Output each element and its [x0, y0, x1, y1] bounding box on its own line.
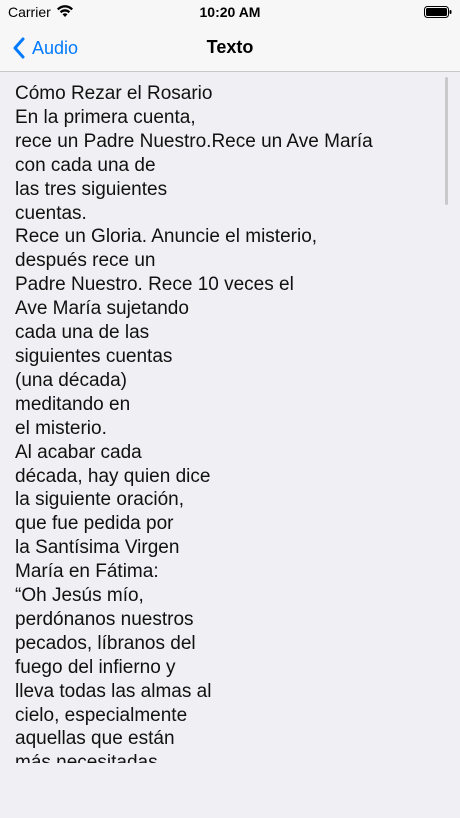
- page-title: Texto: [206, 37, 254, 57]
- scrollbar[interactable]: [445, 77, 448, 205]
- status-time: 10:20 AM: [199, 4, 261, 20]
- text-view[interactable]: Cómo Rezar el Rosario En la primera cuen…: [0, 73, 460, 763]
- status-bar: Carrier 10:20 AM: [0, 0, 460, 24]
- battery-icon: [424, 6, 452, 18]
- rosary-text: Cómo Rezar el Rosario En la primera cuen…: [15, 83, 373, 763]
- bottom-area: [0, 763, 460, 818]
- navigation-bar: Audio Texto: [0, 24, 460, 72]
